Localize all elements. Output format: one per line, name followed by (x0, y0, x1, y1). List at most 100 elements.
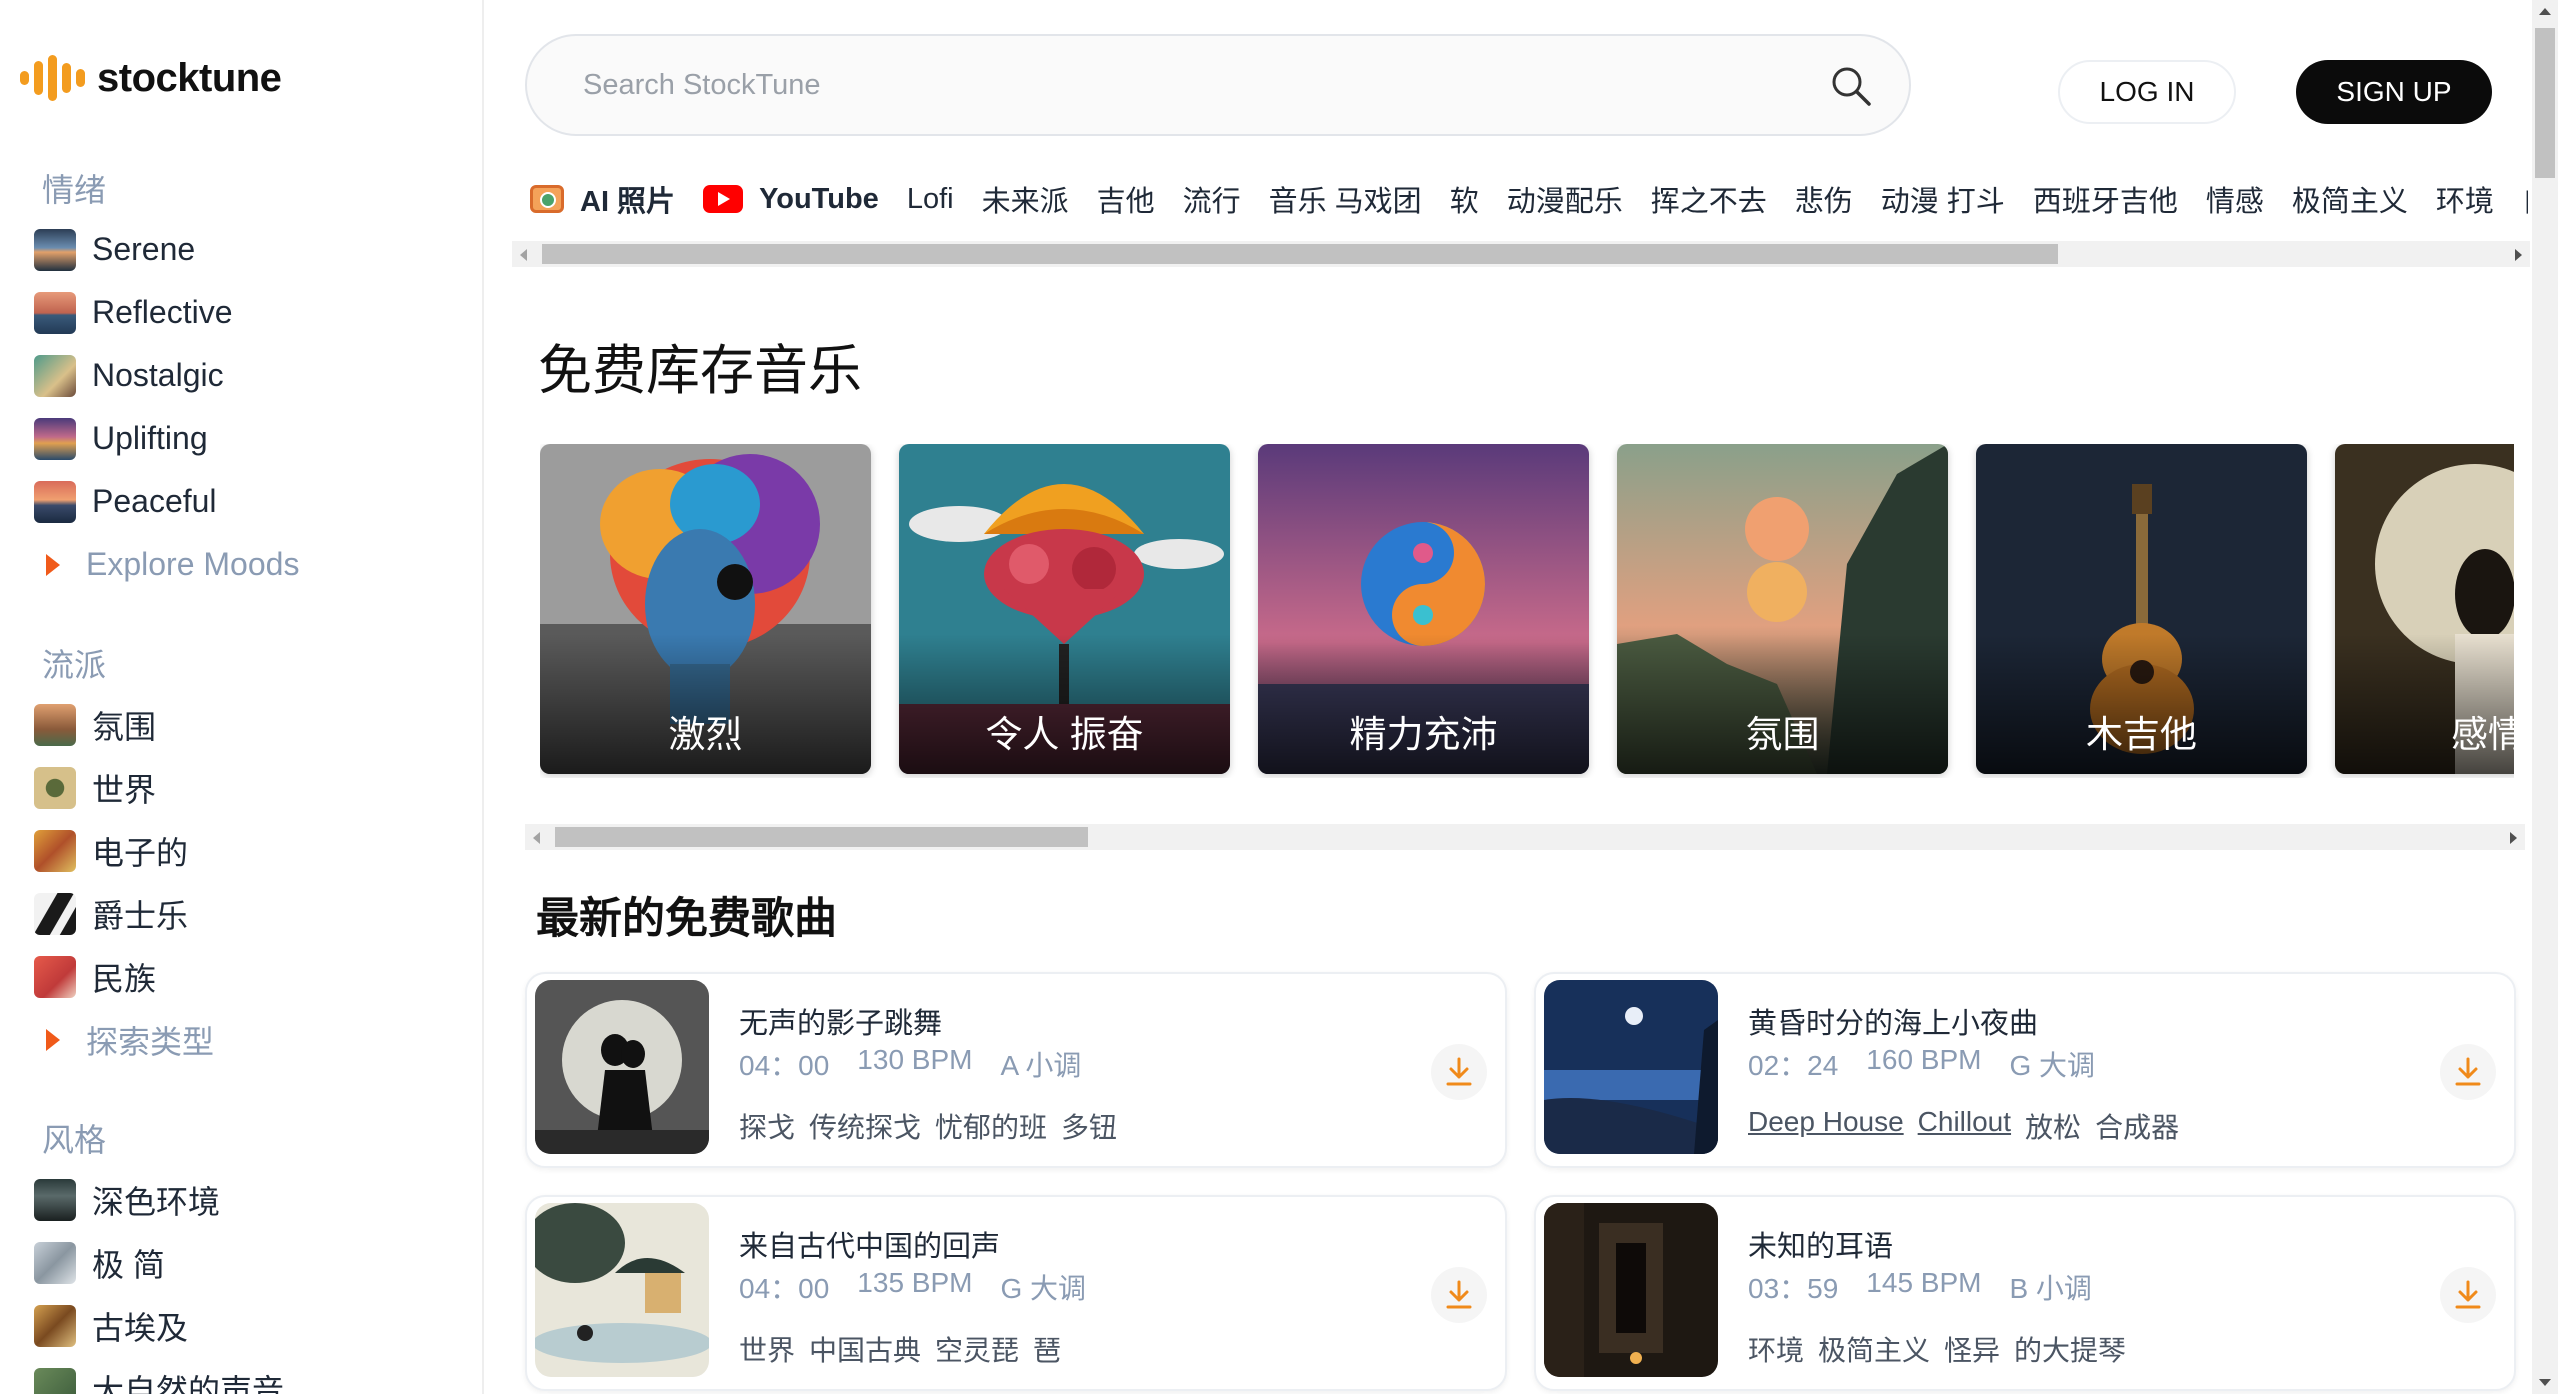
song-title[interactable]: 未知的耳语 (1748, 1223, 1893, 1265)
tag-item[interactable]: 软 (1450, 178, 1479, 220)
sidebar-item-nostalgic[interactable]: Nostalgic (0, 344, 482, 407)
tag-item[interactable]: 未来派 (982, 178, 1069, 220)
sidebar-item-peaceful[interactable]: Peaceful (0, 470, 482, 533)
tag-item[interactable]: 自由 (2522, 178, 2528, 220)
tag-item[interactable]: 动漫 打斗 (1881, 178, 2005, 220)
sidebar-item-label: 电子的 (92, 834, 189, 871)
sidebar-item-reflective[interactable]: Reflective (0, 281, 482, 344)
song-artwork[interactable] (1544, 980, 1718, 1154)
search-icon[interactable] (1829, 64, 1873, 108)
song-tag[interactable]: 放松 (2025, 1106, 2081, 1146)
song-tag[interactable]: 忧郁的班 (935, 1106, 1047, 1146)
song-tag[interactable]: Deep House (1748, 1106, 1904, 1146)
tag-item[interactable]: 情感 (2206, 178, 2264, 220)
scroll-left-icon[interactable] (533, 832, 540, 844)
sidebar-item-jazz[interactable]: 爵士乐 (0, 882, 482, 945)
carousel-scrollbar[interactable] (525, 824, 2525, 850)
download-button[interactable] (2440, 1267, 2496, 1323)
page-title: 免费库存音乐 (538, 341, 862, 401)
tag-item[interactable]: 极简主义 (2292, 178, 2408, 220)
song-tag[interactable]: 探戈 (739, 1106, 795, 1146)
tag-ai-photo[interactable]: AI 照片 (530, 178, 675, 220)
category-card-acoustic-guitar[interactable]: 木吉他 (1976, 444, 2307, 774)
card-label: 木吉他 (2086, 714, 2197, 755)
sidebar-item-folk[interactable]: 民族 (0, 945, 482, 1008)
tag-item[interactable]: 动漫配乐 (1507, 178, 1623, 220)
explore-genres-link[interactable]: 探索类型 (0, 1008, 482, 1071)
explore-moods-link[interactable]: Explore Moods (0, 533, 482, 596)
song-artwork[interactable] (535, 1203, 709, 1377)
genres-heading: 流派 (42, 647, 107, 683)
song-tag[interactable]: 极简主义 (1818, 1329, 1930, 1369)
login-button[interactable]: LOG IN (2058, 60, 2236, 124)
song-tag[interactable]: 传统探戈 (809, 1106, 921, 1146)
tag-item[interactable]: 西班牙吉他 (2033, 178, 2178, 220)
category-card-energetic[interactable]: 精力充沛 (1258, 444, 1589, 774)
scroll-down-icon[interactable] (2539, 1379, 2551, 1386)
tag-youtube[interactable]: YouTube (703, 183, 879, 216)
song-meta: 03：59 145 BPM B 小调 (1748, 1267, 2092, 1307)
scroll-left-icon[interactable] (520, 249, 527, 261)
song-tag[interactable]: 怪异 (1944, 1329, 2000, 1369)
song-duration: 02：24 (1748, 1050, 1839, 1081)
tag-label: AI 照片 (580, 186, 676, 218)
sidebar-item-serene[interactable]: Serene (0, 218, 482, 281)
sidebar-item-label: Reflective (92, 294, 233, 330)
sidebar-item-ambient[interactable]: 氛围 (0, 693, 482, 756)
page-scrollbar[interactable] (2532, 0, 2558, 1394)
sidebar-item-uplifting[interactable]: Uplifting (0, 407, 482, 470)
song-title[interactable]: 来自古代中国的回声 (739, 1223, 1000, 1265)
song-tag[interactable]: 合成器 (2095, 1106, 2179, 1146)
song-tag[interactable]: 琶 (1033, 1329, 1061, 1369)
song-tag[interactable]: 空灵琵 (935, 1329, 1019, 1369)
sidebar-item-label: Uplifting (92, 420, 208, 456)
nostalgic-thumbnail (34, 354, 76, 397)
tag-item[interactable]: Lofi (907, 183, 954, 216)
sidebar-item-world[interactable]: 世界 (0, 756, 482, 819)
sidebar-item-dark-ambient[interactable]: 深色环境 (0, 1168, 482, 1231)
tag-item[interactable]: 吉他 (1097, 178, 1155, 220)
card-label: 激烈 (668, 714, 743, 755)
sidebar-item-minimal[interactable]: 极 简 (0, 1231, 482, 1294)
song-tag[interactable]: 中国古典 (809, 1329, 921, 1369)
stocktune-logo[interactable]: stocktune (20, 52, 282, 104)
scroll-right-icon[interactable] (2515, 249, 2522, 261)
search-input[interactable]: Search StockTune (525, 34, 1911, 136)
song-tag[interactable]: 的大提琴 (2014, 1329, 2126, 1369)
song-key: G 大调 (2009, 1050, 2096, 1081)
sidebar-item-ancient-egypt[interactable]: 古埃及 (0, 1294, 482, 1357)
song-artwork[interactable] (535, 980, 709, 1154)
sidebar-item-label: 氛围 (92, 708, 157, 745)
tag-item[interactable]: 环境 (2436, 178, 2494, 220)
sidebar-item-electronic[interactable]: 电子的 (0, 819, 482, 882)
tag-strip-scrollbar[interactable] (512, 241, 2530, 267)
scrollbar-thumb[interactable] (555, 827, 1088, 847)
sidebar-item-nature-sounds[interactable]: 大自然的声音 (0, 1357, 482, 1394)
download-button[interactable] (2440, 1044, 2496, 1100)
song-artwork[interactable] (1544, 1203, 1718, 1377)
category-card-ambient[interactable]: 氛围 (1617, 444, 1948, 774)
tag-item[interactable]: 音乐 马戏团 (1269, 178, 1422, 220)
tag-item[interactable]: 流行 (1183, 178, 1241, 220)
song-tag[interactable]: Chillout (1918, 1106, 2011, 1146)
download-icon (1446, 1280, 1472, 1309)
scrollbar-thumb[interactable] (2535, 28, 2555, 178)
scroll-right-icon[interactable] (2510, 832, 2517, 844)
song-tag[interactable]: 多钮 (1061, 1106, 1117, 1146)
category-card-emotion[interactable]: 感情 (2335, 444, 2514, 774)
scroll-up-icon[interactable] (2539, 8, 2551, 15)
download-button[interactable] (1431, 1267, 1487, 1323)
download-button[interactable] (1431, 1044, 1487, 1100)
song-title[interactable]: 黄昏时分的海上小夜曲 (1748, 1000, 2038, 1042)
song-title[interactable]: 无声的影子跳舞 (739, 1000, 942, 1042)
tag-item[interactable]: 悲伤 (1795, 178, 1853, 220)
scrollbar-thumb[interactable] (542, 244, 2058, 264)
song-tag[interactable]: 环境 (1748, 1329, 1804, 1369)
tag-item[interactable]: 挥之不去 (1651, 178, 1767, 220)
card-label: 感情 (2451, 714, 2514, 755)
song-tag[interactable]: 世界 (739, 1329, 795, 1369)
song-bpm: 160 BPM (1866, 1044, 1982, 1075)
signup-button[interactable]: SIGN UP (2296, 60, 2492, 124)
category-card-intense[interactable]: 激烈 (540, 444, 871, 774)
category-card-uplifting[interactable]: 令人 振奋 (899, 444, 1230, 774)
